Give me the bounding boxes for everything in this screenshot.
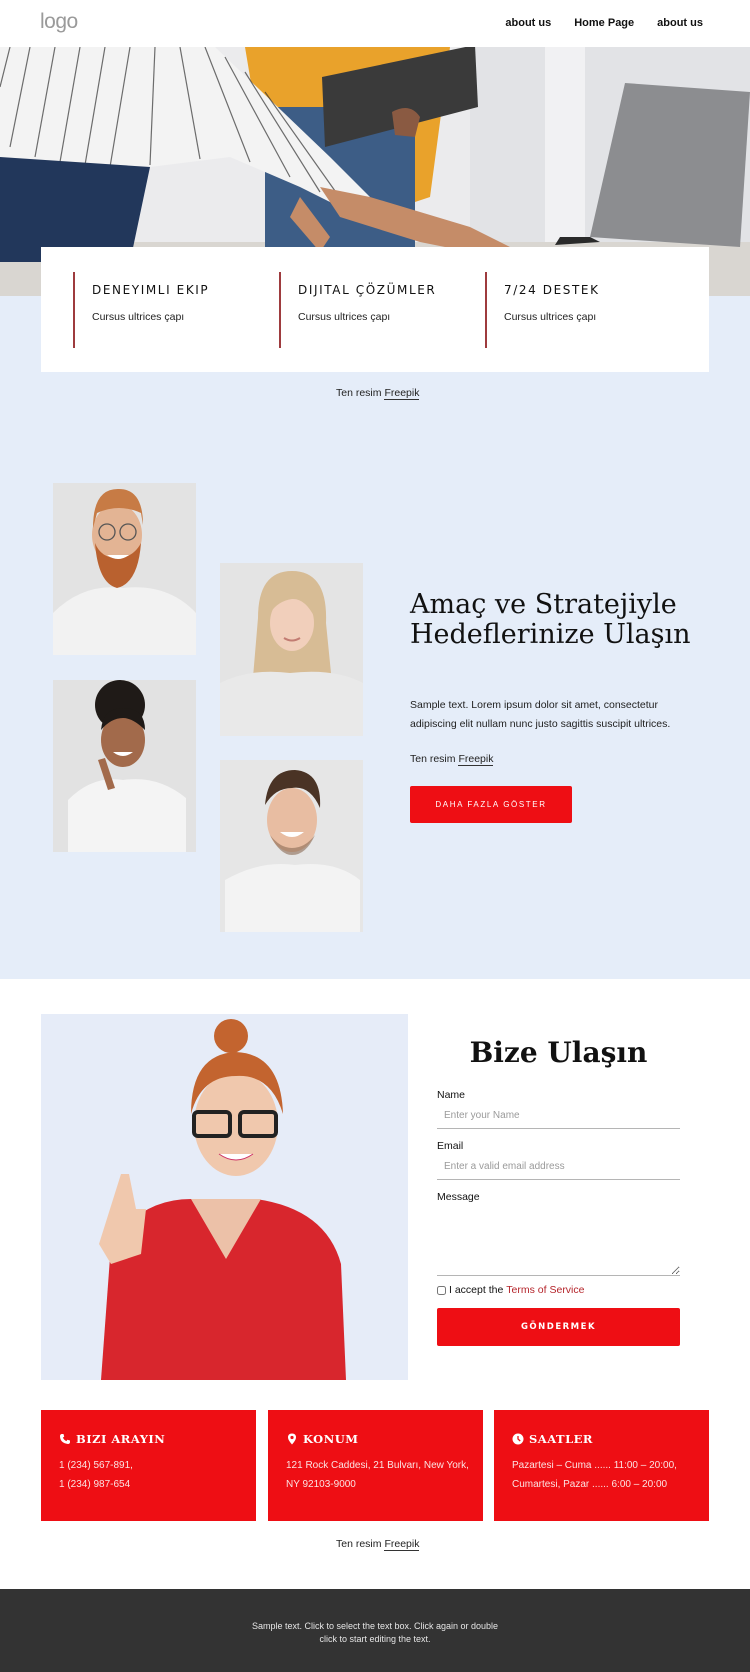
feature-title: DENEYIMLI EKIP [92, 283, 210, 297]
image-credit: Ten resim Freepik [336, 387, 420, 400]
nav-link-about-us[interactable]: about us [505, 17, 551, 29]
info-card-call: BIZI ARAYIN 1 (234) 567-891, 1 (234) 987… [41, 1410, 256, 1521]
terms-consent: I accept the Terms of Service [437, 1284, 584, 1296]
name-label: Name [437, 1089, 466, 1101]
phone-icon [59, 1433, 71, 1445]
team-photo-bearded-man [53, 483, 196, 655]
info-card-location: KONUM 121 Rock Caddesi, 21 Bulvarı, New … [268, 1410, 483, 1521]
site-header: logo about us Home Page about us [0, 0, 750, 47]
team-photo-blonde-woman [220, 563, 363, 736]
footer-text-line: Sample text. Click to select the text bo… [251, 1621, 499, 1631]
terms-of-service-link[interactable]: Terms of Service [506, 1284, 584, 1296]
info-card-text: Pazartesi – Cuma ...... 11:00 – 20:00, C… [512, 1456, 709, 1494]
terms-checkbox[interactable] [437, 1285, 446, 1295]
contact-photo [41, 1014, 408, 1380]
submit-button[interactable]: GÖNDERMEK [437, 1308, 680, 1346]
info-card-hours: SAATLER Pazartesi – Cuma ...... 11:00 – … [494, 1410, 709, 1521]
feature-item: DIJITAL ÇÖZÜMLER Cursus ultrices çapı [279, 272, 485, 348]
logo[interactable]: logo [40, 10, 78, 34]
info-card-title: KONUM [303, 1432, 359, 1446]
section-headline: Amaç ve Stratejiyle Hedeflerinize Ulaşın [410, 589, 691, 650]
email-input[interactable] [437, 1154, 680, 1180]
team-photo-smiling-man [220, 760, 363, 932]
main-nav: about us Home Page about us [505, 17, 703, 29]
show-more-button[interactable]: DAHA FAZLA GÖSTER [410, 786, 572, 823]
contact-title: Bize Ulaşın [469, 1036, 648, 1069]
bottom-image-credit: Ten resim Freepik [336, 1538, 420, 1551]
email-label: Email [437, 1140, 464, 1152]
info-card-heading: BIZI ARAYIN [59, 1432, 256, 1446]
address-line-2: NY 92103-9000 [286, 1479, 356, 1490]
terms-prefix: I accept the [449, 1284, 504, 1296]
freepik-link[interactable]: Freepik [384, 1538, 420, 1551]
feature-item: 7/24 DESTEK Cursus ultrices çapı [485, 272, 691, 348]
name-input[interactable] [437, 1103, 680, 1129]
site-footer: Sample text. Click to select the text bo… [0, 1589, 750, 1672]
credit-prefix: Ten resim [410, 753, 456, 765]
info-card-heading: KONUM [286, 1432, 483, 1446]
credit-prefix: Ten resim [336, 387, 382, 399]
info-card-title: SAATLER [529, 1432, 593, 1446]
info-card-title: BIZI ARAYIN [76, 1432, 166, 1446]
nav-link-about-us-2[interactable]: about us [657, 17, 703, 29]
footer-text-line: click to start editing the text. [319, 1634, 431, 1644]
feature-text: Cursus ultrices çapı [92, 311, 185, 323]
feature-title: DIJITAL ÇÖZÜMLER [298, 283, 437, 297]
feature-text: Cursus ultrices çapı [504, 311, 597, 323]
address-line-1: 121 Rock Caddesi, 21 Bulvarı, New York, [286, 1460, 469, 1471]
info-card-text: 121 Rock Caddesi, 21 Bulvarı, New York, … [286, 1456, 483, 1494]
credit-prefix: Ten resim [336, 1538, 382, 1550]
hours-weekdays: Pazartesi – Cuma ...... 11:00 – 20:00, [512, 1460, 677, 1471]
location-pin-icon [286, 1433, 298, 1445]
feature-title: 7/24 DESTEK [504, 283, 600, 297]
freepik-link[interactable]: Freepik [458, 753, 494, 766]
info-card-text: 1 (234) 567-891, 1 (234) 987-654 [59, 1456, 256, 1494]
message-label: Message [437, 1191, 480, 1203]
hours-weekend: Cumartesi, Pazar ...... 6:00 – 20:00 [512, 1479, 668, 1490]
footer-text: Sample text. Click to select the text bo… [0, 1620, 750, 1646]
message-textarea[interactable] [437, 1210, 680, 1276]
section-description: Sample text. Lorem ipsum dolor sit amet,… [410, 699, 671, 730]
feature-item: DENEYIMLI EKIP Cursus ultrices çapı [73, 272, 279, 348]
feature-text: Cursus ultrices çapı [298, 311, 391, 323]
info-card-heading: SAATLER [512, 1432, 709, 1446]
features-card: DENEYIMLI EKIP Cursus ultrices çapı DIJI… [41, 247, 709, 372]
team-image-credit: Ten resim Freepik [410, 753, 494, 766]
team-photo-curly-hair-woman [53, 680, 196, 852]
phone-number-1[interactable]: 1 (234) 567-891, [59, 1460, 133, 1471]
nav-link-home-page[interactable]: Home Page [574, 17, 634, 29]
clock-icon [512, 1433, 524, 1445]
phone-number-2[interactable]: 1 (234) 987-654 [59, 1479, 130, 1490]
freepik-link[interactable]: Freepik [384, 387, 420, 400]
